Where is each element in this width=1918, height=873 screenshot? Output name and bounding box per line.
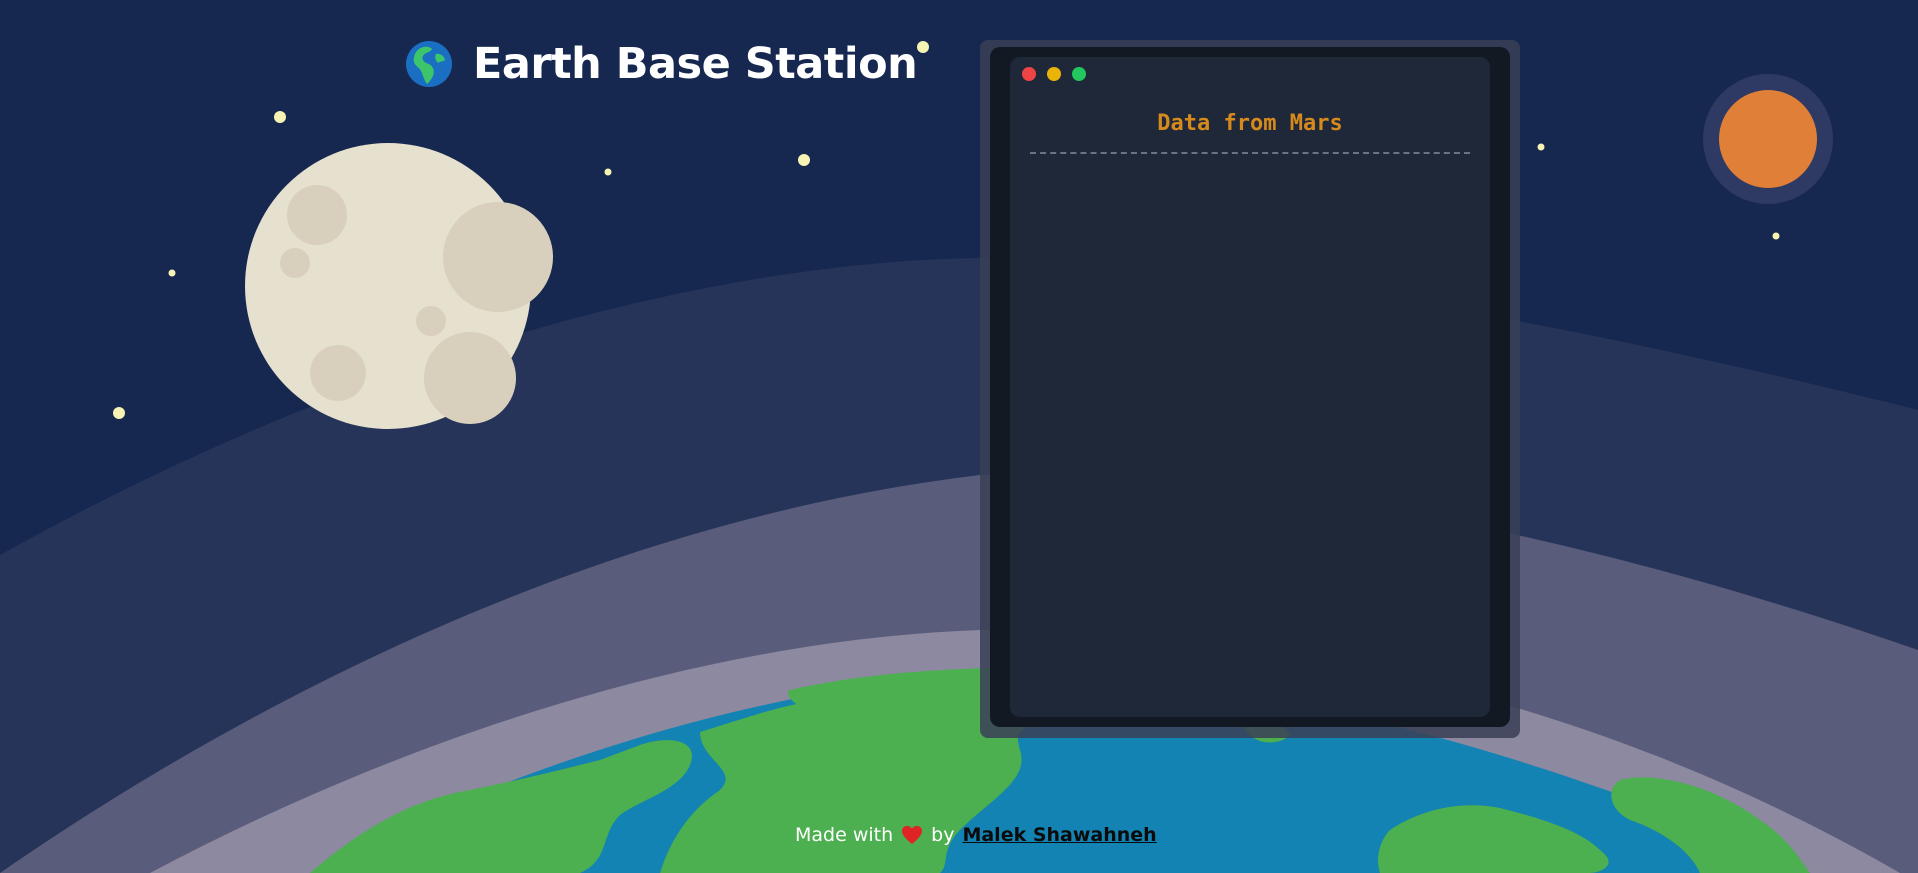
close-button[interactable] [1022,67,1036,81]
terminal-output[interactable] [1030,167,1470,697]
globe-icon [406,41,452,87]
star [113,407,125,419]
star [798,154,810,166]
star [604,168,612,176]
footer-by: by [931,824,955,846]
star [1537,143,1545,151]
space-scene: Earth Base Station Data from Mars Made w… [0,0,1918,873]
terminal-title: Data from Mars [1157,111,1343,136]
star [168,269,176,277]
star [1772,232,1780,240]
star [917,41,929,53]
page-header: Earth Base Station [405,34,918,94]
maximize-button[interactable] [1072,67,1086,81]
footer: Made with by Malek Shawahneh [795,820,1157,850]
terminal-window: Data from Mars [1010,57,1490,717]
space-background [0,0,1918,873]
star [274,111,286,123]
mars-planet [1703,74,1833,204]
footer-prefix: Made with [795,824,894,846]
minimize-button[interactable] [1047,67,1061,81]
terminal-divider [1030,152,1470,154]
page-title: Earth Base Station [473,39,918,89]
heart-icon [902,825,923,845]
author-link[interactable]: Malek Shawahneh [962,824,1156,846]
